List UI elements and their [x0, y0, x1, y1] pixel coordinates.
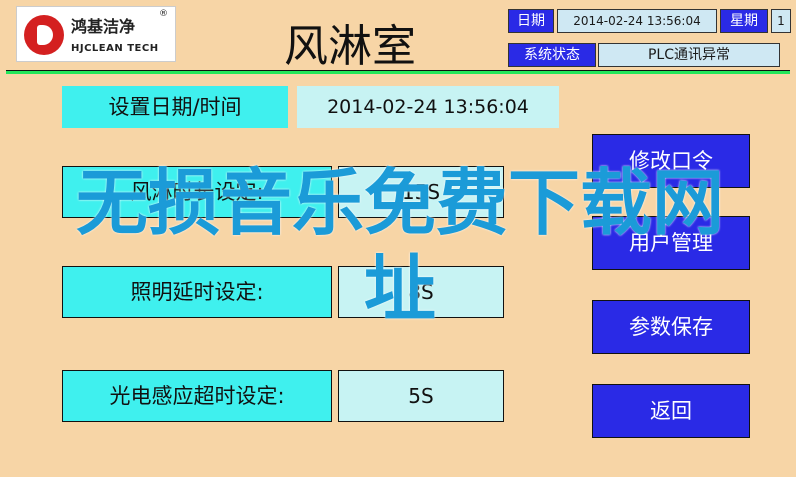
- header-divider: [6, 70, 790, 74]
- company-logo: 鸿基洁净 ® HJCLEAN TECH: [16, 6, 176, 62]
- logo-name-en: HJCLEAN TECH: [71, 43, 159, 54]
- logo-name-cn: 鸿基洁净: [71, 17, 136, 36]
- set-datetime-label: 设置日期/时间: [62, 86, 288, 128]
- user-management-button[interactable]: 用户管理: [592, 216, 750, 270]
- change-password-button[interactable]: 修改口令: [592, 134, 750, 188]
- system-status-value: PLC通讯异常: [598, 43, 780, 67]
- page-title: 风淋室: [284, 21, 416, 72]
- lighting-delay-input[interactable]: 8S: [338, 266, 504, 318]
- weekday-label: 星期: [720, 9, 768, 33]
- set-datetime-value[interactable]: 2014-02-24 13:56:04: [297, 86, 559, 128]
- weekday-value: 1: [771, 9, 791, 33]
- air-shower-duration-input[interactable]: 15S: [338, 166, 504, 218]
- registered-mark: ®: [159, 9, 168, 19]
- logo-mark-icon: [24, 15, 64, 55]
- photoelectric-timeout-label: 光电感应超时设定:: [62, 370, 332, 422]
- lighting-delay-label: 照明延时设定:: [62, 266, 332, 318]
- system-status-label: 系统状态: [508, 43, 596, 67]
- photoelectric-timeout-input[interactable]: 5S: [338, 370, 504, 422]
- date-value: 2014-02-24 13:56:04: [557, 9, 717, 33]
- back-button[interactable]: 返回: [592, 384, 750, 438]
- air-shower-duration-label: 风淋时长设定:: [62, 166, 332, 218]
- save-params-button[interactable]: 参数保存: [592, 300, 750, 354]
- date-label: 日期: [508, 9, 554, 33]
